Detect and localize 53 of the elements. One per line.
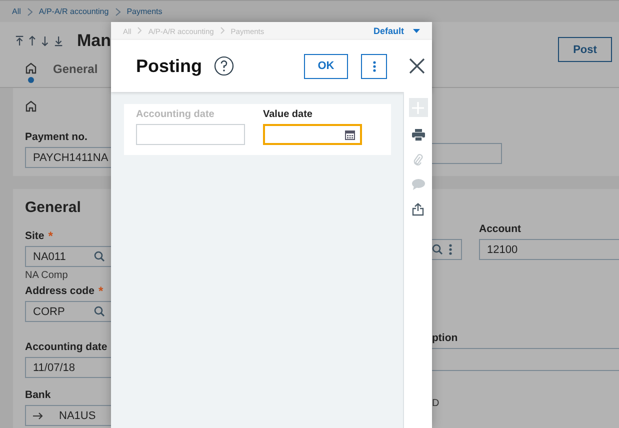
- lookup-field[interactable]: CORP: [25, 301, 111, 322]
- field-label: Account: [479, 223, 522, 235]
- help-icon[interactable]: [214, 56, 234, 76]
- home-tab[interactable]: [25, 62, 37, 83]
- breadcrumb-link[interactable]: Payments: [126, 7, 162, 16]
- kebab-icon: [372, 60, 376, 72]
- bank-field[interactable]: NA1US: [25, 405, 111, 426]
- chevron-icon: [137, 26, 142, 36]
- chevron-icon: [26, 8, 33, 16]
- ok-button[interactable]: OK: [304, 54, 348, 78]
- general-tab[interactable]: General: [53, 62, 98, 85]
- more-button[interactable]: [361, 54, 387, 78]
- chevron-icon: [114, 8, 121, 16]
- field-label: Value date: [263, 109, 314, 120]
- date-field[interactable]: [263, 124, 362, 145]
- caret-icon: [413, 29, 420, 33]
- breadcrumb-link[interactable]: All: [12, 7, 21, 16]
- field-label: Site: [25, 230, 44, 242]
- required-mark: *: [48, 231, 53, 241]
- breadcrumb-link[interactable]: A/P-A/R accounting: [38, 7, 109, 16]
- field-label: Accounting date: [25, 341, 108, 353]
- lookup-field[interactable]: NA011: [25, 246, 111, 267]
- close-icon[interactable]: [409, 58, 425, 74]
- arrows-icon[interactable]: [15, 35, 64, 47]
- field-label: Payment no.: [25, 131, 88, 143]
- field-label: ption: [432, 332, 459, 344]
- field-value: D: [432, 398, 440, 409]
- required-mark: *: [98, 286, 104, 296]
- account-field[interactable]: 12100: [479, 239, 619, 260]
- share-icon[interactable]: [412, 202, 424, 217]
- search-icon[interactable]: [94, 251, 105, 262]
- calendar-icon[interactable]: [345, 130, 355, 140]
- chevron-icon: [220, 26, 225, 36]
- print-icon[interactable]: [412, 127, 424, 142]
- dialog-title: Posting: [136, 56, 202, 76]
- post-button[interactable]: Post: [558, 37, 612, 62]
- section-title: General: [25, 199, 82, 216]
- search-icon[interactable]: [432, 244, 443, 255]
- view-selector[interactable]: Default: [373, 26, 420, 36]
- field-label: Accounting date: [136, 109, 216, 120]
- home-icon: [25, 100, 37, 112]
- arrow-icon[interactable]: [33, 412, 43, 420]
- kebab-icon[interactable]: [449, 244, 452, 255]
- page-title: Man: [77, 31, 111, 51]
- payment-number-field[interactable]: PAYCH1411NA: [25, 147, 111, 168]
- input-field[interactable]: [432, 143, 502, 164]
- field-label: Bank: [25, 389, 51, 401]
- description-field[interactable]: [432, 348, 619, 371]
- lookup-field[interactable]: [432, 239, 462, 260]
- site-description: NA Comp: [25, 270, 68, 281]
- field-label: Address code: [25, 285, 94, 297]
- search-icon[interactable]: [94, 306, 105, 317]
- date-field[interactable]: 11/07/18: [25, 357, 111, 378]
